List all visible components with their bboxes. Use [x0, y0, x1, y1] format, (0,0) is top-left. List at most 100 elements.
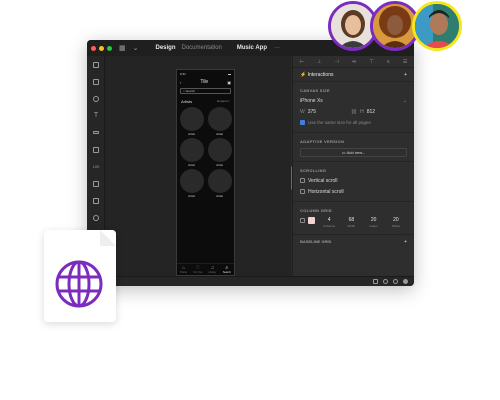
- canvas-size-header: CANVAS SIZE: [300, 88, 330, 93]
- comment-icon[interactable]: [393, 279, 398, 284]
- artist-label: Artist: [216, 132, 223, 136]
- status-time: 9:41: [180, 72, 186, 76]
- vertical-scroll-label: Vertical scroll: [308, 177, 338, 184]
- artist-card[interactable]: Artist: [179, 107, 204, 136]
- size-fields: W 375 ⛓ H 812: [293, 106, 414, 117]
- avatar[interactable]: [412, 1, 462, 51]
- phone-search-icon: ⌕: [183, 89, 185, 93]
- add-tool-icon[interactable]: [87, 56, 105, 73]
- offset-field[interactable]: 20 Offset: [385, 217, 407, 228]
- phone-artboard[interactable]: 9:41 ▬ ‹ Tile ▣ ⌕ Search Artists Expand …: [176, 69, 235, 276]
- export-tool-icon[interactable]: [87, 192, 105, 209]
- share-icon[interactable]: [383, 279, 388, 284]
- artist-avatar: [179, 138, 204, 162]
- horizontal-scroll-label: Horizontal scroll: [308, 188, 344, 195]
- horizontal-scroll-option[interactable]: Horizontal scroll: [293, 186, 414, 197]
- artist-avatar: [179, 169, 204, 193]
- phone-tab-label: For You: [193, 270, 203, 274]
- artist-card[interactable]: Artist: [179, 138, 204, 167]
- more-icon[interactable]: ···: [274, 45, 280, 51]
- chevron-down-icon[interactable]: ⌄: [133, 44, 139, 52]
- vertical-scroll-checkbox[interactable]: [300, 178, 305, 183]
- gutter-field[interactable]: 20 Gutter: [363, 217, 385, 228]
- help-icon[interactable]: [403, 279, 408, 284]
- phone-tab-bar: ⌂ Home ♡ For You ♫ Library ⌕ Search: [177, 263, 234, 275]
- interactions-label: Interactions: [307, 71, 334, 78]
- align-left-icon[interactable]: ⊢: [300, 59, 304, 65]
- link-icon[interactable]: ⛓: [351, 109, 357, 115]
- status-bar-bottom: [87, 276, 414, 286]
- align-top-icon[interactable]: ⊤: [369, 59, 373, 65]
- pen-tool-icon[interactable]: [87, 90, 105, 107]
- columns-label: Columns: [323, 224, 336, 228]
- tab-documentation[interactable]: Documentation: [182, 45, 222, 51]
- settings-icon[interactable]: ▣: [227, 80, 231, 85]
- preview-icon[interactable]: [373, 279, 378, 284]
- align-toolbar: ⊢ ⊥ ⊣ ⇹ ⊤ ≡ ☰: [293, 56, 414, 68]
- avatar-image: [415, 4, 459, 48]
- artist-label: Artist: [188, 132, 195, 136]
- phone-tab-library[interactable]: ♫ Library: [209, 265, 217, 274]
- rectangle-tool-icon[interactable]: [87, 73, 105, 90]
- artist-label: Artist: [188, 163, 195, 167]
- artist-card[interactable]: Artist: [179, 169, 204, 198]
- device-select[interactable]: iPhone Xs ⌄: [293, 95, 414, 106]
- same-size-option[interactable]: Use the same size for all pages: [293, 117, 414, 128]
- menu-icon[interactable]: ☰: [403, 59, 407, 65]
- expand-link[interactable]: Expand >: [217, 99, 230, 104]
- add-baseline-button[interactable]: +: [404, 239, 407, 245]
- phone-tab-for-you[interactable]: ♡ For You: [193, 265, 203, 274]
- width-field[interactable]: 375: [308, 109, 348, 115]
- minimize-button[interactable]: [99, 45, 104, 51]
- add-adaptive-button[interactable]: ▭ Add new...: [300, 148, 407, 157]
- adaptive-header: ADAPTIVE VERSION: [300, 139, 345, 144]
- zoom-tool-icon[interactable]: 100: [87, 158, 105, 175]
- document-title[interactable]: Music App: [237, 45, 267, 51]
- close-button[interactable]: [91, 45, 96, 51]
- artist-card[interactable]: Artist: [207, 169, 232, 198]
- offset-label: Offset: [391, 224, 400, 228]
- artist-label: Artist: [216, 194, 223, 198]
- baseline-grid-row: BASELINE GRID +: [293, 235, 414, 246]
- artist-grid: Artist Artist Artist Artist Artist Artis…: [177, 104, 234, 198]
- link-tool-icon[interactable]: [87, 124, 105, 141]
- component-tool-icon[interactable]: [87, 175, 105, 192]
- grid-color-swatch[interactable]: [308, 217, 315, 224]
- phone-tab-search[interactable]: ⌕ Search: [223, 265, 231, 274]
- grid-icon[interactable]: ▦: [119, 44, 126, 52]
- align-right-icon[interactable]: ⊣: [335, 59, 339, 65]
- same-size-checkbox[interactable]: [300, 120, 305, 125]
- align-center-icon[interactable]: ⊥: [317, 59, 321, 65]
- artist-card[interactable]: Artist: [207, 107, 232, 136]
- interactions-row[interactable]: ⚡ Interactions +: [293, 68, 414, 82]
- columns-field[interactable]: 4 Columns: [318, 217, 340, 228]
- distribute-icon[interactable]: ⇹: [352, 59, 356, 65]
- width-grid-field[interactable]: 68 Width: [340, 217, 362, 228]
- avatar-image: [331, 4, 375, 48]
- back-icon[interactable]: ‹: [180, 80, 181, 85]
- web-document-card[interactable]: [44, 230, 116, 322]
- column-grid-header: COLUMN GRID: [300, 208, 332, 213]
- tab-design[interactable]: Design: [156, 45, 176, 51]
- artist-card[interactable]: Artist: [207, 138, 232, 167]
- avatar-image: [373, 4, 417, 48]
- height-field[interactable]: 812: [367, 109, 375, 115]
- phone-tab-home[interactable]: ⌂ Home: [180, 265, 187, 274]
- align-bottom-icon[interactable]: ≡: [387, 59, 390, 65]
- image-tool-icon[interactable]: [87, 141, 105, 158]
- battery-icon: ▬: [228, 72, 231, 76]
- device-value: iPhone Xs: [300, 97, 323, 104]
- phone-nav: ‹ Tile ▣: [177, 76, 234, 85]
- search-icon[interactable]: [87, 209, 105, 226]
- gutter-label: Gutter: [369, 224, 378, 228]
- column-grid-checkbox[interactable]: [300, 218, 305, 223]
- columns-value: 4: [327, 217, 331, 223]
- horizontal-scroll-checkbox[interactable]: [300, 189, 305, 194]
- add-interaction-button[interactable]: +: [404, 72, 407, 78]
- canvas[interactable]: 9:41 ▬ ‹ Tile ▣ ⌕ Search Artists Expand …: [105, 56, 291, 276]
- vertical-scroll-option[interactable]: Vertical scroll: [293, 175, 414, 186]
- text-tool-icon[interactable]: T: [87, 107, 105, 124]
- artists-section-header: Artists Expand >: [177, 94, 234, 104]
- maximize-button[interactable]: [107, 45, 112, 51]
- artist-avatar: [207, 169, 232, 193]
